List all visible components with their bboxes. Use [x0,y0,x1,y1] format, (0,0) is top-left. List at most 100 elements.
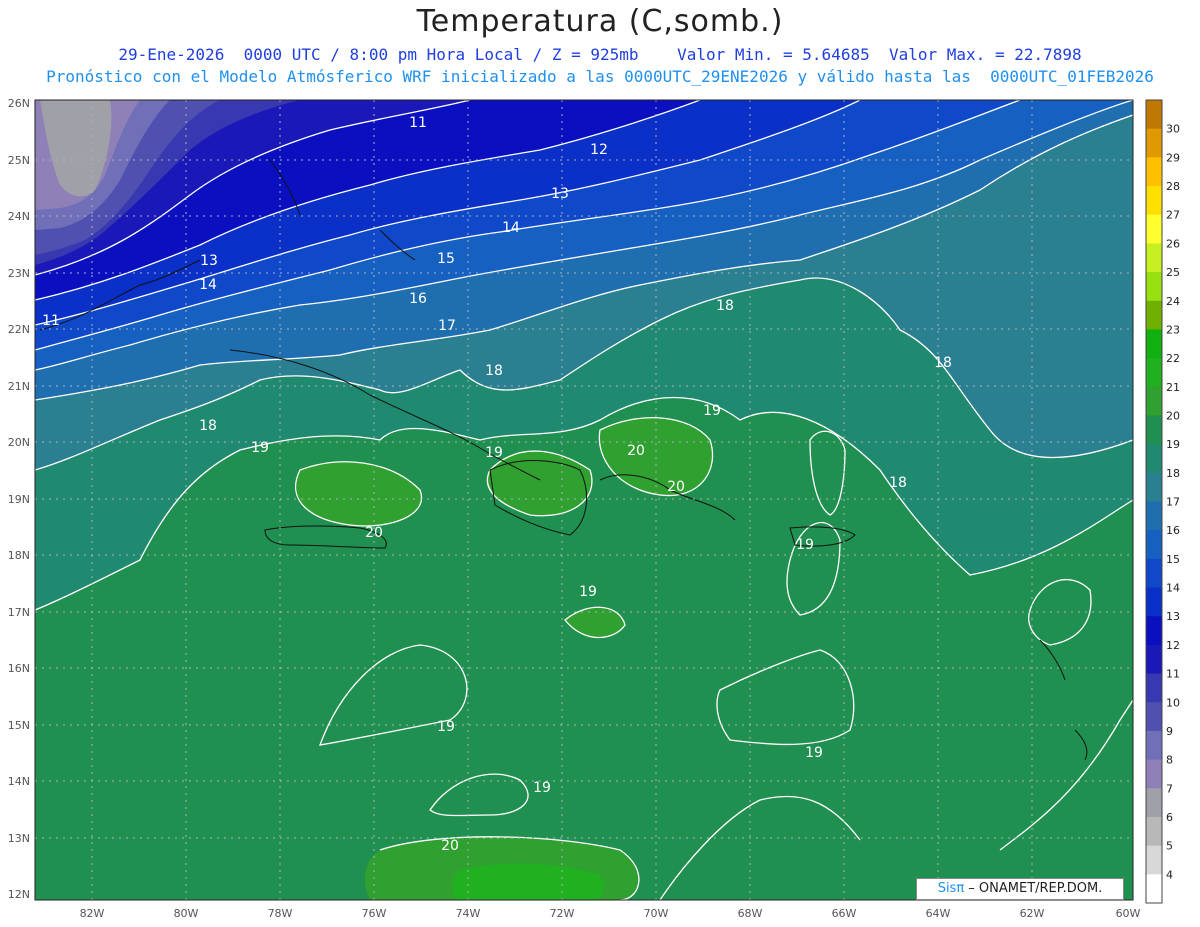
lon-label: 78W [268,907,293,920]
contour-label: 17 [438,318,456,334]
colorbar-label: 16 [1166,524,1180,537]
lon-label: 72W [550,907,575,920]
lat-label: 17N [8,606,30,619]
colorbar-swatch [1146,444,1162,474]
colorbar-swatch [1146,214,1162,244]
lon-label: 76W [362,907,387,920]
contour-label: 18 [485,363,503,379]
colorbar-label: 13 [1166,610,1180,623]
contour-label: 14 [502,220,520,236]
colorbar-label: 12 [1166,639,1180,652]
lon-label: 82W [80,907,105,920]
colorbar-label: 4 [1166,868,1173,881]
colorbar-swatch [1146,558,1162,589]
lat-label: 13N [8,832,30,845]
colorbar-label: 28 [1166,180,1180,193]
contour-label: 19 [805,745,823,761]
colorbar-swatch [1146,874,1162,904]
contour-label: 18 [199,418,217,434]
contour-label: 11 [409,115,427,131]
colorbar-swatch [1146,329,1162,359]
contour-label: 19 [703,403,721,419]
lat-label: 16N [8,662,30,675]
colorbar-label: 6 [1166,811,1173,824]
colorbar-swatch [1146,100,1162,130]
colorbar-swatch [1146,845,1162,875]
colorbar-swatch [1146,730,1162,761]
colorbar-swatch [1146,272,1162,302]
sispi-logo-text: Sisπ [937,881,965,896]
contour-label: 11 [42,313,60,329]
lon-label: 64W [926,907,951,920]
contour-label: 14 [199,277,217,293]
contour-label: 19 [251,440,269,456]
credit-text: – ONAMET/REP.DOM. [964,881,1103,896]
colorbar-swatch [1146,759,1162,789]
colorbar-swatch [1146,243,1162,273]
lat-label: 21N [8,380,30,393]
colorbar-swatch [1146,644,1162,675]
colorbar-swatch [1146,501,1162,531]
colorbar-label: 15 [1166,553,1180,566]
contour-label: 19 [533,780,551,796]
colorbar-label: 9 [1166,725,1173,738]
contour-label: 16 [409,291,427,307]
contour-label: 13 [200,253,218,269]
colorbar-swatch [1146,358,1162,388]
colorbar-swatch [1146,157,1162,187]
colorbar-label: 17 [1166,496,1180,509]
colorbar-label: 14 [1166,582,1180,595]
contour-label: 19 [485,445,503,461]
contour-label: 18 [934,355,952,371]
colorbar-swatch [1146,386,1162,416]
lon-label: 60W [1116,907,1141,920]
colorbar-label: 27 [1166,209,1180,222]
colorbar-swatch [1146,587,1162,617]
colorbar-label: 5 [1166,840,1173,853]
lat-label: 22N [8,323,30,336]
colorbar-label: 7 [1166,782,1173,795]
colorbar-swatch [1146,816,1162,847]
lat-label: 19N [8,493,30,506]
colorbar-label: 26 [1166,237,1180,250]
lon-label: 70W [644,907,669,920]
contour-label: 20 [441,838,459,854]
colorbar-swatch [1146,530,1162,560]
contour-label: 13 [551,186,569,202]
colorbar-label: 25 [1166,266,1180,279]
contour-label: 19 [796,537,814,553]
colorbar-label: 18 [1166,467,1180,480]
contour-label: 20 [365,525,383,541]
colorbar-swatch [1146,788,1162,818]
lat-label: 14N [8,775,30,788]
credit-box: Sisπ – ONAMET/REP.DOM. [916,878,1124,900]
colorbar-label: 24 [1166,295,1180,308]
lon-label: 62W [1020,907,1045,920]
colorbar-swatch [1146,300,1162,330]
lat-label: 18N [8,549,30,562]
contour-label: 18 [889,475,907,491]
colorbar-label: 20 [1166,409,1180,422]
colorbar-label: 23 [1166,323,1180,336]
lon-label: 80W [174,907,199,920]
lon-label: 66W [832,907,857,920]
lat-label: 24N [8,210,30,223]
colorbar-swatch [1146,128,1162,158]
contour-label: 12 [590,142,608,158]
lat-label: 26N [8,97,30,110]
temperature-map: 11 12 13 14 15 16 17 18 18 18 18 18 19 1… [8,97,1180,920]
colorbar-swatch [1146,702,1162,732]
latitude-labels: 26N 25N 24N 23N 22N 21N 20N 19N 18N 17N … [8,97,30,901]
colorbar-label: 10 [1166,696,1180,709]
colorbar-label: 21 [1166,381,1180,394]
contour-label: 20 [627,443,645,459]
colorbar-swatch [1146,186,1162,216]
lat-label: 20N [8,436,30,449]
lat-label: 15N [8,719,30,732]
colorbar-label: 30 [1166,123,1180,136]
colorbar-swatch [1146,415,1162,445]
lon-label: 74W [456,907,481,920]
colorbar-label: 19 [1166,438,1180,451]
contour-label: 20 [667,479,685,495]
contour-label: 15 [437,251,455,267]
